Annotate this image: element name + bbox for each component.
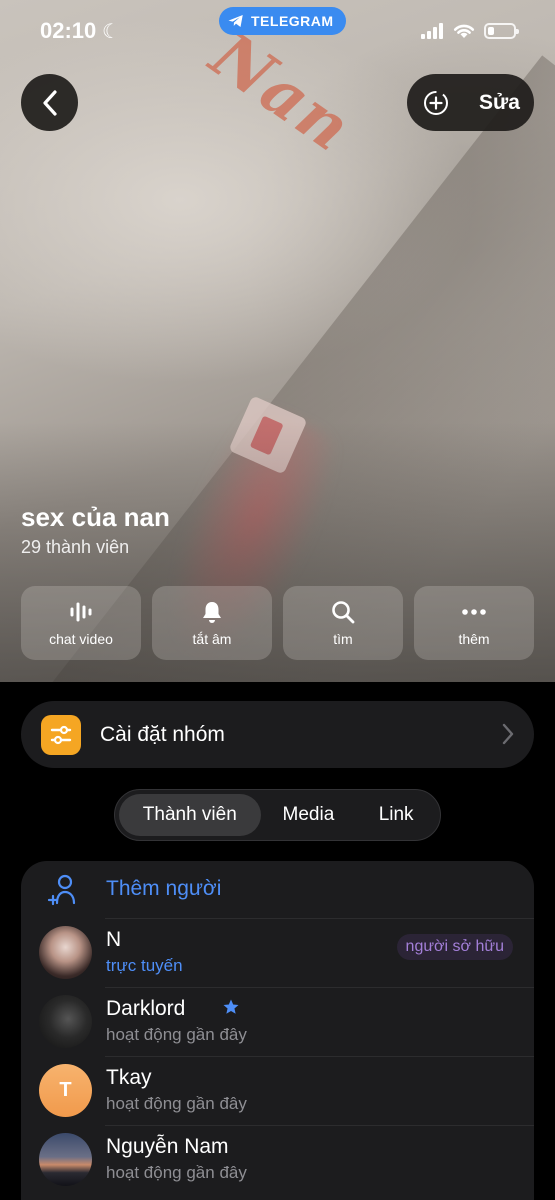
member-count: 29 thành viên (21, 537, 130, 557)
voice-chat-label: chat video (49, 631, 113, 647)
add-member-button[interactable]: Thêm người (21, 861, 534, 918)
battery-icon (484, 23, 519, 39)
mute-button[interactable]: tắt âm (152, 586, 272, 660)
action-bar: chat video tắt âm tìm thêm (21, 586, 534, 660)
member-row[interactable]: T Tkay hoạt động gần đây (21, 1056, 534, 1125)
member-status: trực tuyến (106, 956, 183, 975)
mute-label: tắt âm (192, 631, 232, 647)
avatar (39, 1133, 92, 1186)
more-label: thêm (458, 631, 490, 647)
member-status: hoạt động gần đây (106, 1163, 247, 1182)
tab-media[interactable]: Media (261, 794, 357, 836)
search-label: tìm (333, 631, 353, 647)
search-icon (332, 601, 355, 624)
group-settings-row[interactable]: Cài đặt nhóm (21, 701, 534, 768)
divider (105, 1125, 534, 1126)
tab-bar: Thành viên Media Link (114, 789, 441, 841)
member-status: hoạt động gần đây (106, 1025, 247, 1044)
settings-sliders-icon (41, 714, 81, 755)
member-list: Thêm người N trực tuyến người sở hữu Dar… (21, 861, 534, 1200)
divider (105, 1056, 534, 1057)
group-name: sex của nan (21, 502, 170, 532)
more-icon (462, 609, 486, 615)
avatar: T (39, 1064, 92, 1117)
group-settings-label: Cài đặt nhóm (100, 722, 225, 746)
voice-chat-button[interactable]: chat video (21, 586, 141, 660)
member-row[interactable]: Darklord hoạt động gần đây (21, 987, 534, 1056)
search-button[interactable]: tìm (283, 586, 403, 660)
member-name: N (106, 928, 122, 951)
telegram-pill[interactable]: TELEGRAM (219, 7, 346, 35)
divider (105, 987, 534, 988)
add-person-icon (47, 874, 76, 906)
member-name: Tkay (106, 1066, 152, 1089)
avatar (39, 995, 92, 1048)
bell-icon (203, 602, 221, 623)
avatar (39, 926, 92, 979)
back-button[interactable] (21, 74, 78, 131)
premium-star-icon (223, 999, 239, 1014)
more-button[interactable]: thêm (414, 586, 534, 660)
add-story-button[interactable] (407, 74, 465, 131)
add-circle-icon (424, 90, 448, 115)
voice-chat-icon (70, 602, 92, 622)
chevron-left-icon (42, 89, 57, 116)
tab-members[interactable]: Thành viên (119, 794, 261, 836)
status-time: 02:10 (40, 18, 97, 43)
chevron-right-icon (502, 723, 514, 745)
status-bar: 02:10 ☾ TELEGRAM (0, 0, 555, 60)
member-name: Nguyễn Nam (106, 1135, 229, 1158)
telegram-label: TELEGRAM (251, 13, 334, 29)
tab-links[interactable]: Link (356, 794, 436, 836)
telegram-icon (228, 15, 243, 27)
member-row[interactable]: N trực tuyến người sở hữu (21, 918, 534, 987)
edit-button[interactable]: Sửa (465, 91, 520, 115)
signal-icon (421, 23, 445, 39)
member-status: hoạt động gần đây (106, 1094, 247, 1113)
member-row[interactable]: Nguyễn Nam hoạt động gần đây (21, 1125, 534, 1194)
owner-badge: người sở hữu (396, 934, 513, 960)
wifi-icon (453, 24, 475, 38)
member-name: Darklord (106, 997, 186, 1020)
moon-icon: ☾ (102, 21, 120, 43)
add-member-label: Thêm người (106, 877, 222, 900)
top-right-actions: Sửa (407, 74, 534, 131)
divider (105, 918, 534, 919)
